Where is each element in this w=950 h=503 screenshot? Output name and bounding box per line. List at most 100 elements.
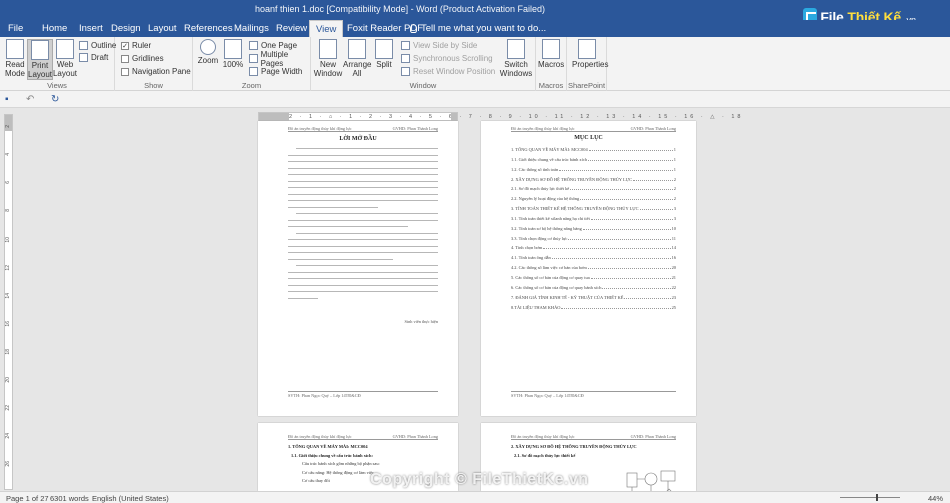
status-bar: Page 1 of 27 6301 words English (United … — [0, 491, 950, 503]
page-width-icon — [249, 67, 258, 76]
title-bar: hoanf thien 1.doc [Compatibility Mode] -… — [0, 0, 950, 26]
print-layout-icon — [31, 40, 49, 60]
copyright-watermark: Copyright © FileThietKe.vn — [370, 471, 589, 488]
ribbon: Read Mode Print Layout Web Layout Outlin… — [0, 37, 950, 91]
save-icon[interactable]: ▪ — [5, 94, 9, 105]
tell-me-box[interactable]: Tell me what you want to do... — [410, 20, 546, 37]
table-of-contents: 1. TỔNG QUAN VỀ MÁY MÀI: MCC004 1 1.1. Gi… — [511, 147, 676, 314]
page-width-button[interactable]: Page Width — [249, 66, 302, 77]
gridlines-checkbox[interactable]: Gridlines — [121, 53, 164, 64]
views-group-label: Views — [47, 81, 67, 90]
group-window: New Window Arrange All Split View Side b… — [311, 37, 536, 91]
page-header: Đồ án truyền động thủy khí động lực GVHD:… — [288, 434, 438, 440]
macros-group-label: Macros — [538, 81, 564, 90]
group-macros: Macros Macros — [536, 37, 567, 91]
ruler-checkbox[interactable]: ✓ Ruler — [121, 40, 151, 51]
web-layout-button[interactable]: Web Layout — [52, 39, 78, 78]
sync-scroll-icon — [401, 54, 410, 63]
toc-row[interactable]: 7. ĐÁNH GIÁ TÍNH KINH TẾ - KỸ THUẬT CỦA … — [511, 295, 676, 305]
group-views: Read Mode Print Layout Web Layout Outlin… — [0, 37, 116, 91]
page-1[interactable]: Đồ án truyền động thủy khí động lực GVHD:… — [258, 121, 458, 416]
intro-paragraph — [288, 148, 438, 304]
reset-position-icon — [401, 67, 410, 76]
toc-row[interactable]: 6. Các thông số cơ bản của động cơ quay … — [511, 285, 676, 295]
page-header: Đồ án truyền động thủy khí động lực GVHD:… — [511, 126, 676, 132]
toc-row[interactable]: 4.2. Các thông số làm việc cơ bản của bơ… — [511, 265, 676, 275]
zoom-level[interactable]: 44% — [928, 494, 943, 503]
nav-pane-checkbox[interactable]: Navigation Pane — [121, 66, 191, 77]
zoom-100-button[interactable]: 100% — [220, 39, 246, 69]
draft-button[interactable]: Draft — [79, 52, 108, 63]
window-title: hoanf thien 1.doc [Compatibility Mode] -… — [255, 4, 545, 14]
horizontal-ruler[interactable]: 2 · 1 · ⌂ · 1 · 2 · 3 · 4 · 5 · 6 · 7 · … — [258, 112, 741, 121]
word-count[interactable]: 6301 words — [50, 494, 89, 503]
tab-design[interactable]: Design — [105, 20, 147, 37]
lightbulb-icon — [410, 24, 417, 33]
toc-row[interactable]: 8.TÀI LIỆU THAM KHẢO 25 — [511, 305, 676, 315]
repeat-icon[interactable]: ↻ — [51, 94, 59, 105]
hundred-icon — [224, 39, 242, 59]
properties-button[interactable]: Properties — [572, 39, 608, 69]
tab-home[interactable]: Home — [36, 20, 73, 37]
toc-row[interactable]: 2.1. Sơ đồ mạch thủy lực thiết kế 2 — [511, 186, 676, 196]
ruler-check-icon: ✓ — [121, 41, 129, 50]
sharepoint-group-label: SharePoint — [567, 81, 606, 90]
page-footer: SVTH: Phan Ngọc Quý – Lớp 14TĐ&CĐ — [288, 391, 438, 398]
side-by-side-button[interactable]: View Side by Side — [401, 40, 477, 51]
reset-position-button[interactable]: Reset Window Position — [401, 66, 495, 77]
switch-windows-icon — [507, 39, 525, 59]
page-2[interactable]: Đồ án truyền động thủy khí động lực GVHD:… — [481, 121, 696, 416]
side-by-side-icon — [401, 41, 410, 50]
toc-row[interactable]: 2. XÂY DỰNG SƠ ĐỒ HỆ THỐNG TRUYỀN ĐỘNG T… — [511, 177, 676, 187]
one-page-icon — [249, 41, 258, 50]
toc-row[interactable]: 5. Các thông số cơ bản của động cơ quay … — [511, 275, 676, 285]
tab-review[interactable]: Review — [270, 20, 313, 37]
page-header: Đồ án truyền động thủy khí động lực GVHD:… — [511, 434, 676, 440]
tab-view[interactable]: View — [309, 20, 344, 37]
tab-insert[interactable]: Insert — [73, 20, 109, 37]
split-button[interactable]: Split — [371, 39, 397, 69]
arrange-all-button[interactable]: Arrange All — [343, 39, 371, 78]
macros-button[interactable]: Macros — [538, 39, 564, 69]
magnifier-icon — [200, 39, 216, 55]
read-mode-icon — [6, 39, 24, 59]
group-show: ✓ Ruler Gridlines Navigation Pane Show — [115, 37, 193, 91]
toc-row[interactable]: 3.1. Tính toán thiết kế xilanh nâng hạ c… — [511, 216, 676, 226]
zoom-button[interactable]: Zoom — [195, 39, 221, 65]
sync-scroll-button[interactable]: Synchronous Scrolling — [401, 53, 493, 64]
toc-row[interactable]: 1.2. Các thông số tính toán 1 — [511, 167, 676, 177]
tab-file[interactable]: File — [2, 20, 29, 37]
multiple-pages-icon — [249, 54, 258, 63]
tab-mailings[interactable]: Mailings — [228, 20, 275, 37]
toc-row[interactable]: 3. TÍNH TOÁN THIẾT KẾ HỆ THỐNG TRUYỀN ĐỘ… — [511, 206, 676, 216]
toc-row[interactable]: 4. Tính chọn bơm 14 — [511, 245, 676, 255]
undo-icon[interactable]: ↶ — [26, 94, 34, 105]
toc-row[interactable]: 2.2. Nguyên lý hoạt động của hệ thống 2 — [511, 196, 676, 206]
page-footer: SVTH: Phan Ngọc Quý – Lớp 14TĐ&CĐ — [511, 391, 676, 398]
toc-row[interactable]: 1. TỔNG QUAN VỀ MÁY MÀI: MCC004 1 — [511, 147, 676, 157]
outline-button[interactable]: Outline — [79, 40, 116, 51]
multiple-pages-button[interactable]: Multiple Pages — [249, 50, 310, 68]
arrange-all-icon — [348, 39, 366, 59]
zoom-slider[interactable] — [840, 494, 900, 501]
toc-row[interactable]: 1.1. Giới thiệu chung về cấu trúc bánh x… — [511, 157, 676, 167]
draft-icon — [79, 53, 88, 62]
toc-row[interactable]: 3.2. Tính toán sơ bộ hệ thống nâng bàng 1… — [511, 226, 676, 236]
language[interactable]: English (United States) — [92, 494, 169, 503]
page-title: LỜI MỞ ĐẦU — [339, 136, 377, 142]
toc-row[interactable]: 3.3. Tính chọn động cơ thủy lực 11 — [511, 236, 676, 246]
tab-layout[interactable]: Layout — [142, 20, 183, 37]
split-icon — [375, 39, 393, 59]
group-zoom: Zoom 100% One Page Multiple Pages Page W… — [193, 37, 311, 91]
web-layout-icon — [56, 39, 74, 59]
print-layout-button[interactable]: Print Layout — [27, 39, 53, 80]
new-window-button[interactable]: New Window — [313, 39, 343, 78]
ribbon-tabs: File Home Insert Design Layout Reference… — [0, 20, 950, 37]
properties-icon — [578, 39, 596, 59]
new-window-icon — [319, 39, 337, 59]
page-count[interactable]: Page 1 of 27 — [6, 494, 49, 503]
vertical-ruler[interactable]: 2 4 6 8 10 12 14 16 18 20 22 24 26 — [4, 114, 13, 490]
toc-row[interactable]: 4.1. Tính toán ống dẫn 16 — [511, 255, 676, 265]
read-mode-button[interactable]: Read Mode — [2, 39, 28, 78]
switch-windows-button[interactable]: Switch Windows — [499, 39, 533, 78]
